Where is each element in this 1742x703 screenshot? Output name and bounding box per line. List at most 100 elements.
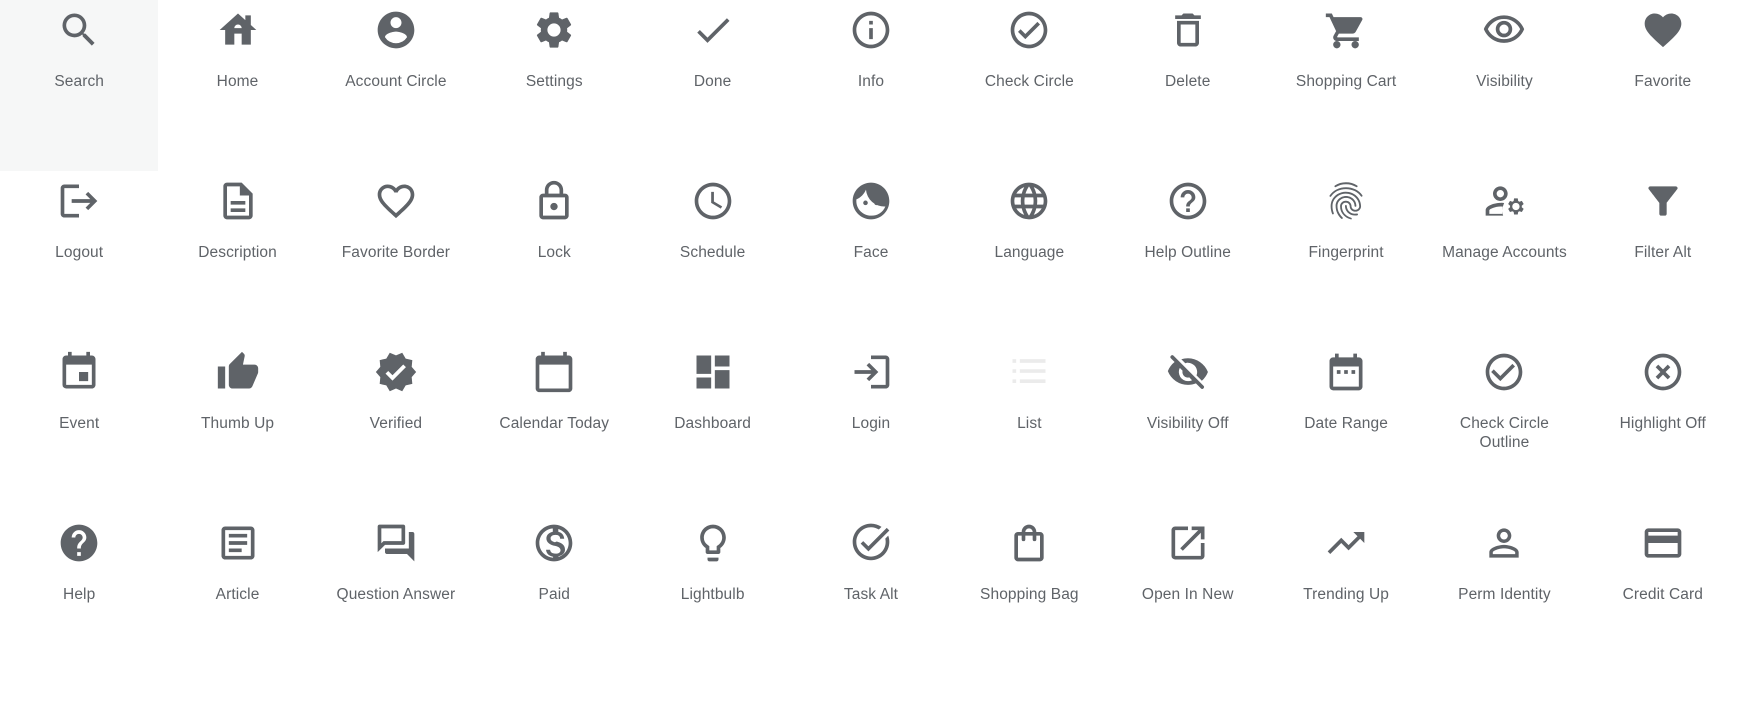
- icon-label: Done: [693, 73, 732, 90]
- icon-cell-list[interactable]: List: [950, 342, 1108, 513]
- icon-label: List: [1017, 415, 1042, 432]
- icon-cell-check-circle[interactable]: Check Circle: [950, 0, 1108, 171]
- visibility-icon: [1482, 8, 1526, 52]
- icon-label: Manage Accounts: [1442, 244, 1567, 261]
- icon-cell-shopping-cart[interactable]: Shopping Cart: [1267, 0, 1425, 171]
- icon-label: Dashboard: [674, 415, 751, 432]
- icon-label: Trending Up: [1303, 586, 1389, 603]
- article-icon: [216, 521, 260, 565]
- icon-label: Account Circle: [345, 73, 447, 90]
- icon-label: Lightbulb: [680, 586, 745, 603]
- icon-label: Credit Card: [1622, 586, 1703, 603]
- icon-label: Delete: [1165, 73, 1211, 90]
- icon-cell-event[interactable]: Event: [0, 342, 158, 513]
- icon-cell-info[interactable]: Info: [792, 0, 950, 171]
- icon-cell-calendar-today[interactable]: Calendar Today: [475, 342, 633, 513]
- icon-cell-search[interactable]: Search: [0, 0, 159, 171]
- icon-cell-settings[interactable]: Settings: [475, 0, 633, 171]
- open-in-new-icon: [1166, 521, 1210, 565]
- settings-icon: [532, 8, 576, 52]
- description-icon: [216, 179, 260, 223]
- manage-accounts-icon: [1482, 179, 1526, 223]
- icon-cell-login[interactable]: Login: [792, 342, 950, 513]
- icon-label: Task Alt: [843, 586, 899, 603]
- icon-cell-help[interactable]: Help: [0, 513, 158, 684]
- thumb-up-icon: [216, 350, 260, 394]
- icon-cell-date-range[interactable]: Date Range: [1267, 342, 1425, 513]
- dashboard-icon: [691, 350, 735, 394]
- icon-label: Favorite Border: [341, 244, 451, 261]
- help-outline-icon: [1166, 179, 1210, 223]
- info-icon: [849, 8, 893, 52]
- icon-cell-open-in-new[interactable]: Open In New: [1109, 513, 1267, 684]
- icon-cell-done[interactable]: Done: [633, 0, 791, 171]
- check-circle-outline-icon: [1482, 350, 1526, 394]
- lightbulb-icon: [691, 521, 735, 565]
- filter-alt-icon: [1641, 179, 1685, 223]
- icon-label: Verified: [369, 415, 423, 432]
- icon-label: Date Range: [1304, 415, 1388, 432]
- icon-cell-lightbulb[interactable]: Lightbulb: [633, 513, 791, 684]
- visibility-off-icon: [1166, 350, 1210, 394]
- icon-label: Language: [994, 244, 1065, 261]
- icon-label: Highlight Off: [1619, 415, 1706, 432]
- icon-cell-thumb-up[interactable]: Thumb Up: [158, 342, 316, 513]
- perm-identity-icon: [1482, 521, 1526, 565]
- icon-cell-article[interactable]: Article: [158, 513, 316, 684]
- icon-cell-account-circle[interactable]: Account Circle: [317, 0, 475, 171]
- icon-label: Favorite: [1634, 73, 1692, 90]
- home-icon: [216, 8, 260, 52]
- calendar-today-icon: [532, 350, 576, 394]
- credit-card-icon: [1641, 521, 1685, 565]
- icon-cell-manage-accounts[interactable]: Manage Accounts: [1425, 171, 1583, 342]
- icon-label: Schedule: [679, 244, 746, 261]
- icon-cell-favorite-border[interactable]: Favorite Border: [317, 171, 475, 342]
- favorite-icon: [1641, 8, 1685, 52]
- icon-cell-visibility-off[interactable]: Visibility Off: [1109, 342, 1267, 513]
- icon-cell-task-alt[interactable]: Task Alt: [792, 513, 950, 684]
- icon-cell-visibility[interactable]: Visibility: [1425, 0, 1583, 171]
- icon-cell-check-circle-outline[interactable]: Check Circle Outline: [1425, 342, 1583, 513]
- icon-cell-verified[interactable]: Verified: [317, 342, 475, 513]
- icon-label: Face: [853, 244, 889, 261]
- icon-cell-shopping-bag[interactable]: Shopping Bag: [950, 513, 1108, 684]
- icon-cell-favorite[interactable]: Favorite: [1584, 0, 1742, 171]
- lock-icon: [532, 179, 576, 223]
- icon-label: Thumb Up: [200, 415, 275, 432]
- icon-cell-schedule[interactable]: Schedule: [633, 171, 791, 342]
- icon-label: Event: [59, 415, 100, 432]
- icon-cell-lock[interactable]: Lock: [475, 171, 633, 342]
- shopping-cart-icon: [1324, 8, 1368, 52]
- icon-label: Help Outline: [1144, 244, 1231, 261]
- icon-label: Shopping Cart: [1295, 73, 1397, 90]
- icon-cell-highlight-off[interactable]: Highlight Off: [1584, 342, 1742, 513]
- icon-cell-trending-up[interactable]: Trending Up: [1267, 513, 1425, 684]
- icon-label: Open In New: [1141, 586, 1234, 603]
- login-icon: [849, 350, 893, 394]
- icon-cell-paid[interactable]: Paid: [475, 513, 633, 684]
- icon-cell-description[interactable]: Description: [158, 171, 316, 342]
- icon-cell-fingerprint[interactable]: Fingerprint: [1267, 171, 1425, 342]
- icon-cell-filter-alt[interactable]: Filter Alt: [1584, 171, 1742, 342]
- icon-label: Fingerprint: [1308, 244, 1384, 261]
- icon-label: Home: [216, 73, 259, 90]
- icon-label: Visibility: [1476, 73, 1533, 90]
- delete-icon: [1166, 8, 1210, 52]
- icon-cell-perm-identity[interactable]: Perm Identity: [1425, 513, 1583, 684]
- icon-cell-home[interactable]: Home: [158, 0, 316, 171]
- icon-cell-face[interactable]: Face: [792, 171, 950, 342]
- icon-cell-language[interactable]: Language: [950, 171, 1108, 342]
- icon-label: Settings: [525, 73, 583, 90]
- icon-cell-credit-card[interactable]: Credit Card: [1584, 513, 1742, 684]
- icon-cell-help-outline[interactable]: Help Outline: [1109, 171, 1267, 342]
- highlight-off-icon: [1641, 350, 1685, 394]
- question-answer-icon: [374, 521, 418, 565]
- face-icon: [849, 179, 893, 223]
- icon-cell-logout[interactable]: Logout: [0, 171, 158, 342]
- icon-cell-question-answer[interactable]: Question Answer: [317, 513, 475, 684]
- check-circle-icon: [1007, 8, 1051, 52]
- icon-cell-dashboard[interactable]: Dashboard: [633, 342, 791, 513]
- trending-up-icon: [1324, 521, 1368, 565]
- icon-cell-delete[interactable]: Delete: [1109, 0, 1267, 171]
- icon-label: Calendar Today: [499, 415, 610, 432]
